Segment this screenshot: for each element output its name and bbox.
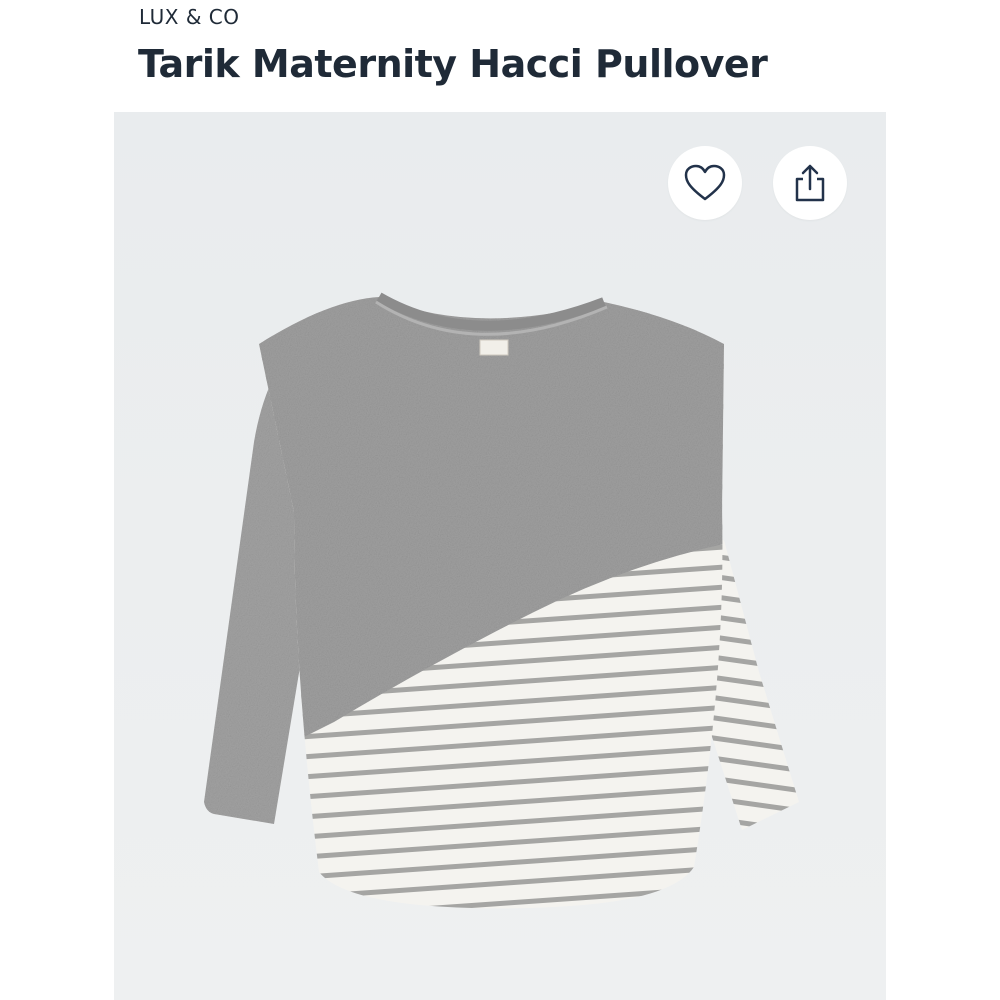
pullover-illustration	[204, 292, 799, 909]
share-button[interactable]	[773, 146, 847, 220]
product-image[interactable]	[114, 112, 886, 1000]
product-title: Tarik Maternity Hacci Pullover	[138, 42, 768, 86]
product-card: LUX & CO Tarik Maternity Hacci Pullover	[114, 0, 886, 1000]
left-margin	[0, 0, 114, 1000]
right-margin	[886, 0, 1000, 1000]
brand-name[interactable]: LUX & CO	[139, 5, 240, 29]
heart-outline-icon	[684, 164, 726, 201]
favorite-button[interactable]	[668, 146, 742, 220]
share-upload-icon	[795, 164, 825, 202]
product-header: LUX & CO Tarik Maternity Hacci Pullover	[114, 0, 886, 112]
